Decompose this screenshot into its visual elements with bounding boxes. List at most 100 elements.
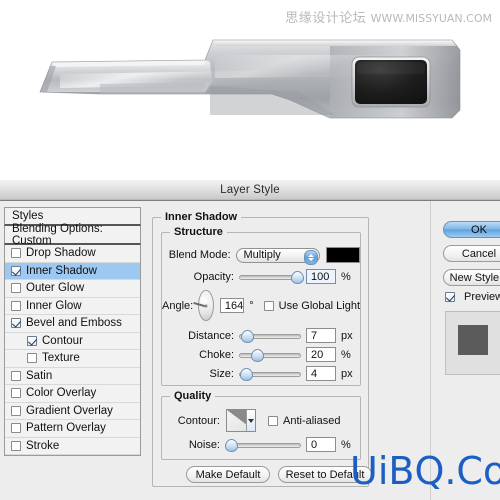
effect-label: Satin xyxy=(26,369,53,382)
choke-slider-track[interactable] xyxy=(239,352,301,358)
inner-shadow-settings: Inner Shadow Structure Blend Mode: Multi… xyxy=(152,207,372,495)
distance-slider[interactable] xyxy=(239,329,301,343)
blend-mode-label: Blend Mode: xyxy=(168,249,231,261)
effect-checkbox[interactable] xyxy=(11,300,21,311)
angle-value: 164 xyxy=(224,299,244,312)
photo-canvas: 思缘设计论坛 WWW.MISSYUAN.COM xyxy=(0,0,500,180)
opacity-slider[interactable] xyxy=(239,270,304,284)
cancel-label: Cancel xyxy=(461,247,497,260)
make-default-button[interactable]: Make Default xyxy=(186,466,270,483)
effect-label: Pattern Overlay xyxy=(26,422,106,435)
effect-row-bevel-and-emboss[interactable]: Bevel and Emboss xyxy=(5,315,140,333)
effect-label: Stroke xyxy=(26,439,60,452)
contour-preset-picker[interactable] xyxy=(226,409,256,432)
watermark-missyuan: 思缘设计论坛 WWW.MISSYUAN.COM xyxy=(285,7,492,26)
effect-checkbox[interactable] xyxy=(11,423,21,434)
choke-value: 20 xyxy=(311,348,324,361)
effect-checkbox[interactable] xyxy=(11,440,21,451)
choke-row: Choke: 20 % xyxy=(162,347,360,362)
effect-row-satin[interactable]: Satin xyxy=(5,368,140,385)
reset-to-default-button[interactable]: Reset to Default xyxy=(278,466,372,483)
anti-aliased-label: Anti-aliased xyxy=(283,414,341,427)
effect-checkbox[interactable] xyxy=(11,265,21,276)
new-style-button[interactable]: New Style... xyxy=(443,269,500,286)
effect-row-stroke[interactable]: Stroke xyxy=(5,438,140,455)
distance-input[interactable]: 7 xyxy=(306,328,336,343)
watermark-cn-text: 思缘设计论坛 xyxy=(285,11,367,26)
effect-row-texture[interactable]: Texture xyxy=(5,350,140,368)
distance-slider-thumb[interactable] xyxy=(241,329,254,343)
metallic-device-illustration xyxy=(0,0,500,180)
structure-group: Structure Blend Mode: Multiply Opacity: … xyxy=(161,226,361,386)
blend-mode-select[interactable]: Multiply xyxy=(235,247,320,265)
styles-header-label: Styles xyxy=(12,210,44,222)
effect-row-outer-glow[interactable]: Outer Glow xyxy=(5,280,140,298)
distance-unit: px xyxy=(341,329,353,342)
angle-dial[interactable] xyxy=(193,290,214,321)
size-input[interactable]: 4 xyxy=(306,366,336,381)
choke-input[interactable]: 20 xyxy=(306,347,336,362)
size-slider-thumb[interactable] xyxy=(240,367,253,381)
opacity-slider-thumb[interactable] xyxy=(291,270,304,284)
noise-slider[interactable] xyxy=(225,438,301,452)
chevron-updown-icon[interactable] xyxy=(303,249,318,265)
choke-slider-thumb[interactable] xyxy=(251,348,264,362)
blend-mode-row: Blend Mode: Multiply xyxy=(162,247,360,265)
blending-options-row[interactable]: Blending Options: Custom xyxy=(4,222,141,247)
effect-checkbox[interactable] xyxy=(11,248,21,259)
quality-legend: Quality xyxy=(170,390,216,402)
effect-row-inner-glow[interactable]: Inner Glow xyxy=(5,298,140,315)
effect-checkbox[interactable] xyxy=(27,353,37,364)
inner-shadow-group: Inner Shadow Structure Blend Mode: Multi… xyxy=(152,211,372,487)
use-global-light-label: Use Global Light xyxy=(278,299,360,312)
contour-dropdown-button[interactable] xyxy=(246,410,255,431)
effect-row-inner-shadow[interactable]: Inner Shadow xyxy=(5,262,140,280)
opacity-unit: % xyxy=(341,270,351,283)
structure-legend: Structure xyxy=(170,226,227,238)
make-default-label: Make Default xyxy=(195,468,261,481)
dialog-titlebar[interactable]: Layer Style xyxy=(0,180,500,201)
layer-style-dialog: Layer Style Styles Blending Options: Cus… xyxy=(0,180,500,500)
blending-options-label: Blending Options: Custom xyxy=(12,222,103,247)
size-slider[interactable] xyxy=(239,367,301,381)
blend-mode-value: Multiply xyxy=(243,249,281,261)
size-row: Size: 4 px xyxy=(162,366,360,381)
angle-input[interactable]: 164 xyxy=(219,298,245,313)
noise-slider-thumb[interactable] xyxy=(225,438,238,452)
effect-label: Color Overlay xyxy=(26,387,97,400)
effect-checkbox[interactable] xyxy=(11,405,21,416)
preview-toggle[interactable]: Preview xyxy=(445,291,500,303)
effect-row-gradient-overlay[interactable]: Gradient Overlay xyxy=(5,403,140,420)
effects-list[interactable]: Drop Shadow Inner Shadow Outer Glow Inner G… xyxy=(4,245,141,456)
effect-label: Inner Glow xyxy=(26,299,82,312)
effect-row-color-overlay[interactable]: Color Overlay xyxy=(5,385,140,403)
effect-row-contour[interactable]: Contour xyxy=(5,333,140,350)
effect-checkbox[interactable] xyxy=(27,335,37,346)
effect-row-drop-shadow[interactable]: Drop Shadow xyxy=(5,245,140,263)
contour-row: Contour: Anti-aliased xyxy=(162,409,360,432)
angle-dial-hub xyxy=(204,304,208,307)
effect-checkbox[interactable] xyxy=(11,388,21,399)
anti-aliased-checkbox[interactable] xyxy=(268,415,278,426)
effect-label: Outer Glow xyxy=(26,282,85,295)
ok-button[interactable]: OK xyxy=(443,221,500,238)
effect-row-pattern-overlay[interactable]: Pattern Overlay xyxy=(5,420,140,438)
preview-checkbox[interactable] xyxy=(445,292,455,302)
size-label: Size: xyxy=(209,367,234,380)
cancel-button[interactable]: Cancel xyxy=(443,245,500,262)
distance-label: Distance: xyxy=(188,329,234,342)
angle-unit: ° xyxy=(249,299,254,312)
panel-divider xyxy=(430,201,431,500)
effect-checkbox[interactable] xyxy=(11,318,21,329)
choke-slider[interactable] xyxy=(239,348,301,362)
opacity-input[interactable]: 100 xyxy=(306,269,336,284)
noise-input[interactable]: 0 xyxy=(306,437,336,452)
noise-unit: % xyxy=(341,438,351,451)
shadow-color-swatch[interactable] xyxy=(325,247,360,263)
angle-label: Angle: xyxy=(162,299,194,312)
size-value: 4 xyxy=(311,367,318,380)
preview-thumbnail xyxy=(445,311,500,375)
use-global-light-checkbox[interactable] xyxy=(263,300,274,311)
effect-checkbox[interactable] xyxy=(11,283,21,294)
effect-checkbox[interactable] xyxy=(11,370,21,381)
